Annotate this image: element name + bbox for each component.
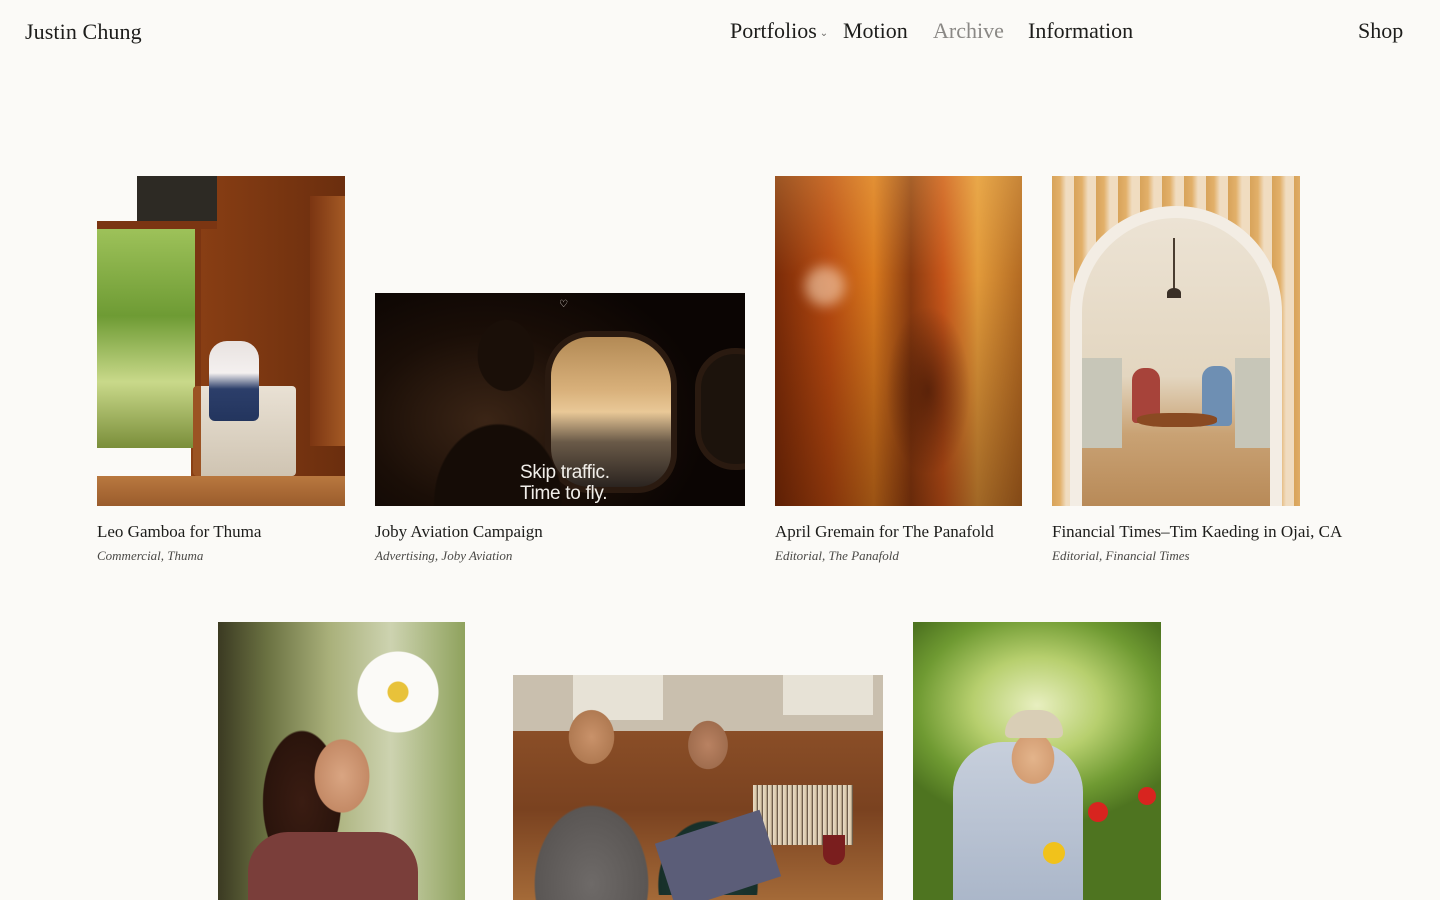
nav-archive[interactable]: Archive (933, 18, 1004, 44)
project-thumbnail[interactable] (513, 675, 883, 900)
nav-shop[interactable]: Shop (1358, 18, 1403, 44)
project-title[interactable]: Financial Times–Tim Kaeding in Ojai, CA (1052, 522, 1342, 542)
project-meta: Advertising, Joby Aviation (375, 548, 513, 563)
project-thumbnail[interactable] (97, 176, 345, 506)
site-header: Justin Chung Portfolios ⌄ Motion Archive … (0, 0, 1440, 70)
project-title[interactable]: April Gremain for The Panafold (775, 522, 994, 542)
project-thumbnail[interactable] (218, 622, 465, 900)
site-logo[interactable]: Justin Chung (25, 19, 142, 45)
project-meta: Editorial, Financial Times (1052, 548, 1190, 563)
project-thumbnail[interactable] (775, 176, 1022, 506)
project-title[interactable]: Leo Gamboa for Thuma (97, 522, 261, 542)
project-title[interactable]: Joby Aviation Campaign (375, 522, 543, 542)
nav-motion[interactable]: Motion (843, 18, 908, 44)
nav-information[interactable]: Information (1028, 18, 1133, 44)
chevron-down-icon: ⌄ (819, 28, 829, 39)
project-thumbnail[interactable]: ♡ Skip traffic. Time to fly. (375, 293, 745, 506)
project-meta: Commercial, Thuma (97, 548, 204, 563)
project-meta: Editorial, The Panafold (775, 548, 899, 563)
project-thumbnail[interactable] (1052, 176, 1300, 506)
nav-portfolios-label: Portfolios (730, 18, 817, 43)
joby-logo-icon: ♡ (559, 299, 568, 310)
project-thumbnail[interactable] (913, 622, 1161, 900)
video-overlay-caption: Skip traffic. Time to fly. (520, 462, 610, 504)
nav-portfolios[interactable]: Portfolios ⌄ (730, 18, 828, 44)
